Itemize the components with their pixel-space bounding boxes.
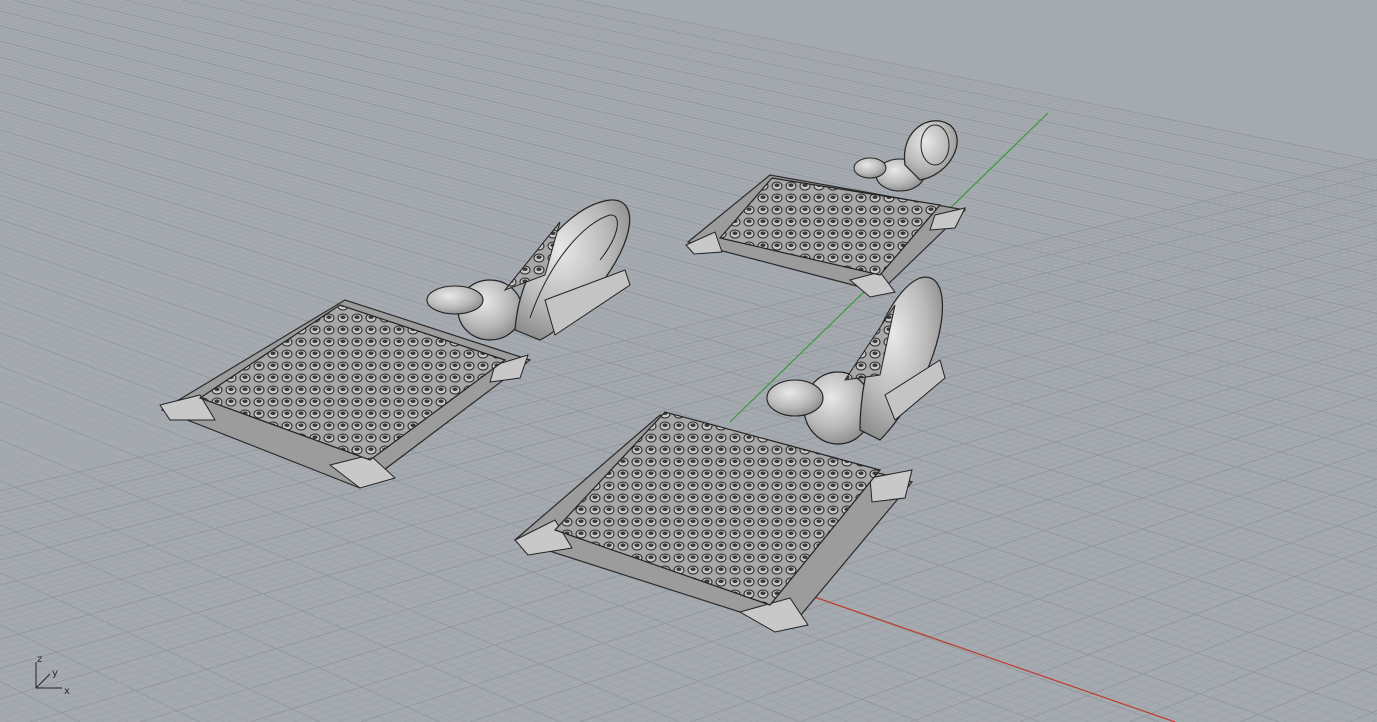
construction-grid: [0, 0, 1377, 722]
viewport-canvas[interactable]: z y x: [0, 0, 1377, 722]
axis-y-label: y: [52, 668, 58, 679]
perspective-viewport[interactable]: z y x: [0, 0, 1377, 722]
axis-z-label: z: [37, 654, 42, 665]
grid-haze: [0, 0, 1377, 722]
axis-x-label: x: [64, 686, 70, 697]
